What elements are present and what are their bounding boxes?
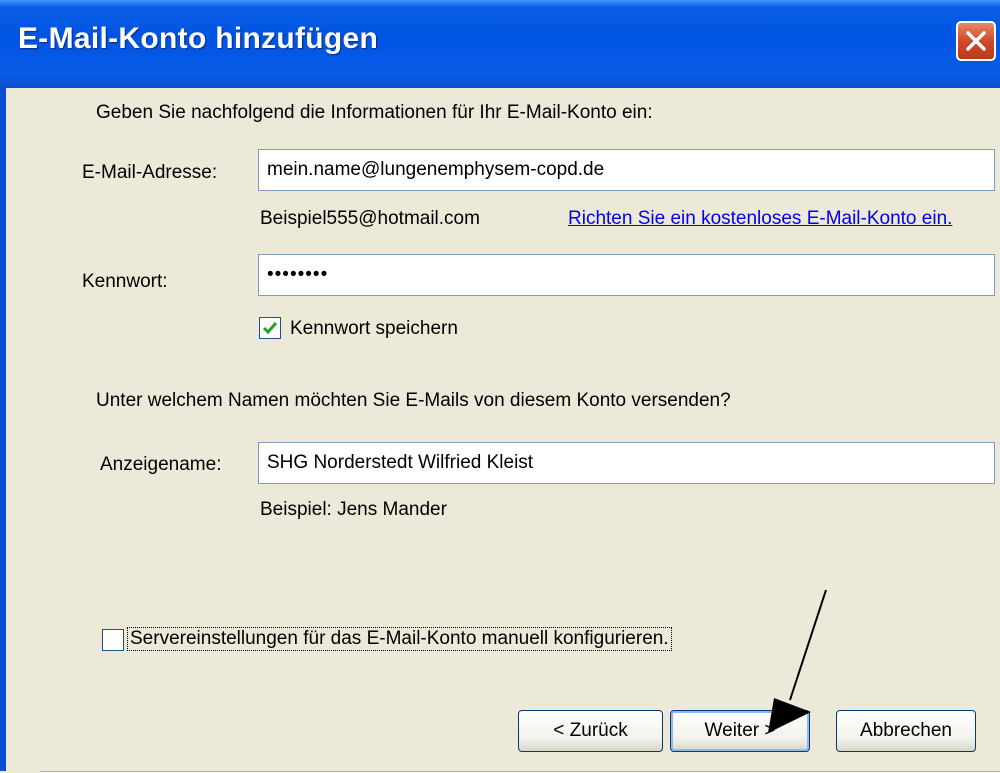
manual-config-label[interactable]: Servereinstellungen für das E-Mail-Konto…	[127, 627, 672, 651]
display-name-field[interactable]: SHG Norderstedt Wilfried Kleist	[258, 442, 995, 484]
save-password-checkbox[interactable]	[259, 317, 281, 339]
free-account-link[interactable]: Richten Sie ein kostenloses E-Mail-Konto…	[568, 208, 952, 230]
back-button[interactable]: < Zurück	[518, 710, 663, 752]
title-bar: E-Mail-Konto hinzufügen	[0, 0, 1000, 88]
cancel-button[interactable]: Abbrechen	[836, 710, 976, 752]
email-label: E-Mail-Adresse:	[82, 162, 218, 183]
manual-config-checkbox[interactable]	[102, 629, 124, 651]
close-button[interactable]	[956, 21, 996, 61]
sender-question: Unter welchem Namen möchten Sie E-Mails …	[96, 390, 731, 411]
email-field[interactable]: mein.name@lungenemphysem-copd.de	[258, 149, 995, 191]
checkmark-icon	[262, 322, 278, 335]
intro-text: Geben Sie nachfolgend die Informationen …	[96, 102, 653, 123]
dialog-body: Geben Sie nachfolgend die Informationen …	[6, 88, 1000, 773]
display-name-example: Beispiel: Jens Mander	[260, 499, 447, 520]
window-title: E-Mail-Konto hinzufügen	[18, 22, 379, 55]
close-icon	[966, 31, 986, 51]
password-label: Kennwort:	[82, 271, 168, 292]
password-field[interactable]: ••••••••	[258, 254, 995, 296]
save-password-label[interactable]: Kennwort speichern	[290, 318, 458, 340]
pointer-arrow-annotation	[768, 590, 827, 733]
email-example: Beispiel555@hotmail.com	[260, 208, 480, 229]
display-name-label: Anzeigename:	[100, 454, 222, 475]
